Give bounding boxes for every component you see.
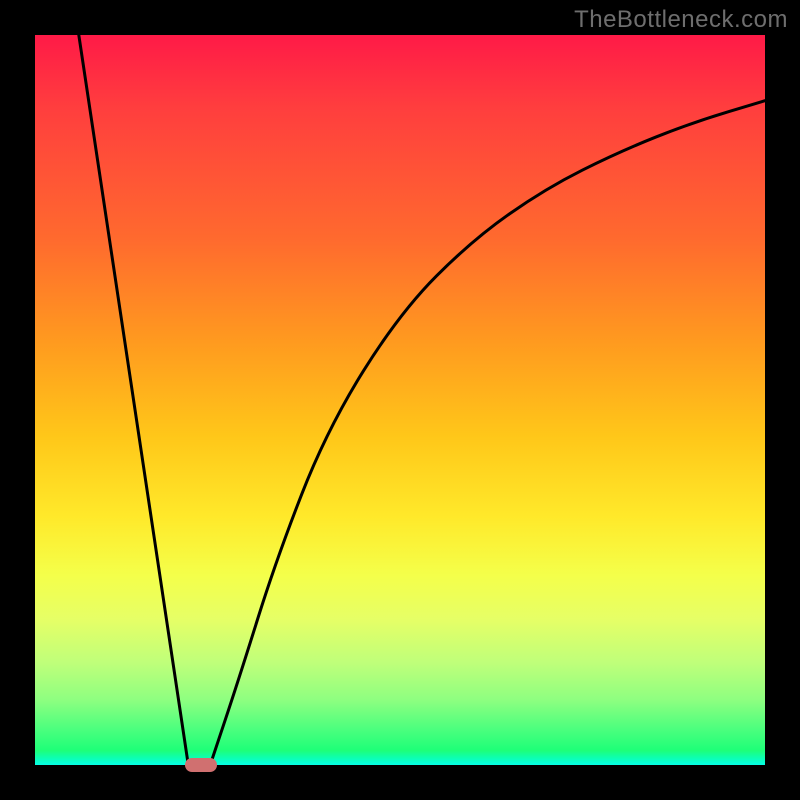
optimal-marker xyxy=(185,758,218,772)
curve-svg xyxy=(35,35,765,765)
plot-area xyxy=(35,35,765,765)
chart-frame: TheBottleneck.com xyxy=(0,0,800,800)
watermark-text: TheBottleneck.com xyxy=(574,6,788,34)
bottleneck-curve xyxy=(79,35,765,765)
